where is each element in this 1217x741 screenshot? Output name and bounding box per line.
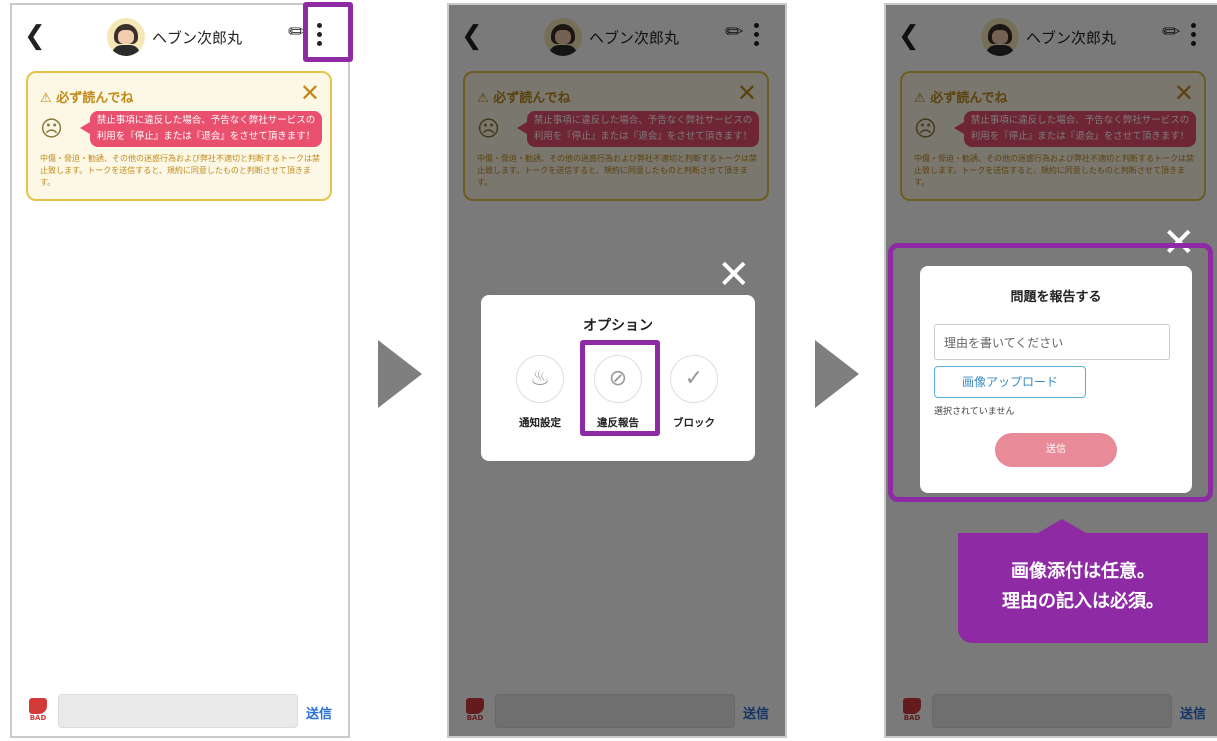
options-title: オプション [583, 318, 653, 334]
bad-button[interactable]: BAD [26, 698, 50, 726]
chat-header: ❮ ヘブン次郎丸 ✏ [12, 5, 348, 69]
send-button[interactable]: 送信 [306, 703, 332, 722]
close-icon[interactable]: ✕ [300, 79, 320, 107]
chat-footer: BAD 送信 [12, 688, 348, 736]
message-input[interactable] [58, 694, 298, 728]
highlight-report-dialog [888, 243, 1213, 502]
back-icon[interactable]: ❮ [24, 21, 46, 51]
bell-icon: ♨ [516, 355, 564, 403]
notice-box: ⚠ 必ず読んでね ✕ ☹ 禁止事項に違反した場合、予告なく弊社サービスの利用を『… [26, 71, 332, 201]
highlight-report-option [580, 340, 660, 436]
phone-screen-1: ❮ ヘブン次郎丸 ✏ ⚠ 必ず読んでね ✕ ☹ 禁止事項に違反した場合、予告なく… [10, 3, 350, 738]
callout-note: 画像添付は任意。 理由の記入は必須。 [958, 519, 1208, 643]
close-modal-icon[interactable]: ✕ [717, 255, 751, 295]
mascot-icon: ☹ [40, 117, 63, 142]
option-block[interactable]: ✓ ブロック [661, 355, 727, 430]
option-notification-settings[interactable]: ♨ 通知設定 [507, 355, 573, 430]
step-arrow-2 [815, 340, 859, 408]
shield-check-icon: ✓ [670, 355, 718, 403]
thumbs-down-icon [29, 698, 47, 714]
chat-partner-name: ヘブン次郎丸 [152, 29, 243, 47]
step-arrow-1 [378, 340, 422, 408]
avatar[interactable] [107, 18, 145, 56]
warning-bubble: 禁止事項に違反した場合、予告なく弊社サービスの利用を『停止』または『退会』をさせ… [80, 111, 322, 147]
notice-title: ⚠ 必ず読んでね [40, 91, 134, 106]
notice-body: 中傷・脅迫・勧誘、その他の迷惑行為および弊社不適切と判断するトークは禁止致します… [40, 154, 320, 187]
highlight-more-options [303, 2, 353, 62]
